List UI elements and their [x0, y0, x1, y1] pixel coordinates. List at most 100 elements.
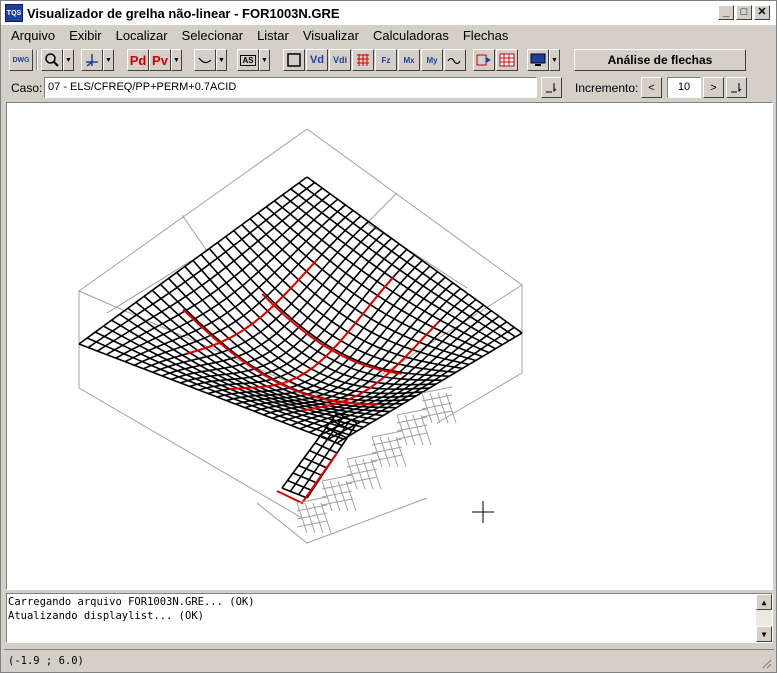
menu-selecionar[interactable]: Selecionar — [175, 28, 250, 43]
main-window: TQS Visualizador de grelha não-linear - … — [0, 0, 777, 673]
table-icon — [499, 53, 515, 67]
mx-button[interactable]: Mx — [398, 49, 420, 71]
menu-arquivo[interactable]: Arquivo — [1, 28, 62, 43]
pd-button[interactable]: Pd — [127, 49, 149, 71]
my-button[interactable]: My — [421, 49, 443, 71]
pv-button[interactable]: Pv — [149, 49, 171, 71]
chevron-right-icon: > — [710, 81, 717, 94]
case-select-button[interactable] — [541, 77, 562, 98]
as-icon: AS — [240, 54, 256, 66]
scroll-up-button[interactable]: ▲ — [756, 594, 772, 610]
pv-label: Pv — [152, 52, 168, 68]
lower-mesh-line — [370, 458, 382, 490]
dwg-button[interactable]: DWG — [9, 49, 33, 71]
lower-mesh-line — [371, 430, 403, 438]
toolbar: DWG ▼ ▼ Pd Pv ▼ ▼ AS ▼ Vd Vdi Fz Mx My ▼… — [1, 47, 776, 73]
pd-label: Pd — [129, 52, 147, 68]
mx-icon: Mx — [403, 55, 415, 65]
lower-mesh-line — [362, 458, 374, 490]
chevron-left-icon: < — [648, 81, 655, 94]
undeformed-outline — [256, 497, 428, 544]
axes-dropdown[interactable]: ▼ — [103, 49, 114, 71]
menu-localizar[interactable]: Localizar — [109, 28, 175, 43]
increment-prev-button[interactable]: < — [641, 77, 662, 98]
grid-view-button[interactable] — [352, 49, 374, 71]
minimize-button[interactable]: _ — [718, 5, 734, 20]
increment-apply-button[interactable] — [726, 77, 747, 98]
deformed-grid-drawing[interactable] — [7, 103, 772, 589]
ramp-line — [281, 487, 308, 499]
menu-flechas[interactable]: Flechas — [456, 28, 516, 43]
analysis-button[interactable]: Análise de flechas — [574, 49, 746, 71]
menu-calculadoras[interactable]: Calculadoras — [366, 28, 456, 43]
status-bar: (-1.9 ; 6.0) — [4, 649, 774, 671]
case-row: Caso: 07 - ELS/CFREQ/PP+PERM+0.7ACID Inc… — [1, 76, 776, 100]
lower-mesh-line — [371, 454, 403, 462]
fz-button[interactable]: Fz — [375, 49, 397, 71]
vd-button[interactable]: Vd — [306, 49, 328, 71]
message-console: Carregando arquivo FOR1003N.GRE... (OK) … — [6, 593, 773, 643]
case-label: Caso: — [11, 81, 43, 95]
curve-button[interactable] — [194, 49, 216, 71]
fz-icon: Fz — [381, 55, 391, 65]
play-table-button[interactable] — [473, 49, 495, 71]
case-field[interactable]: 07 - ELS/CFREQ/PP+PERM+0.7ACID — [44, 77, 537, 98]
wave-button[interactable] — [444, 49, 466, 71]
monitor-button[interactable] — [527, 49, 549, 71]
lower-mesh-line — [321, 498, 353, 506]
my-icon: My — [426, 55, 438, 65]
magnifier-icon — [45, 53, 59, 67]
console-line: Carregando arquivo FOR1003N.GRE... (OK) — [8, 596, 255, 608]
resize-grip-icon[interactable] — [760, 657, 772, 669]
scroll-down-button[interactable]: ▼ — [756, 626, 772, 642]
lower-mesh-line — [312, 502, 324, 534]
lower-mesh-line — [420, 414, 432, 446]
wave-icon — [447, 57, 461, 65]
table-button[interactable] — [496, 49, 518, 71]
lower-mesh-line — [396, 432, 428, 440]
title-bar[interactable]: TQS Visualizador de grelha não-linear - … — [1, 1, 776, 25]
lower-mesh-line — [421, 410, 453, 418]
lower-mesh-line — [321, 474, 353, 482]
increment-label: Incremento: — [575, 81, 639, 95]
frame-button[interactable] — [283, 49, 305, 71]
lower-mesh-line — [396, 408, 428, 416]
console-scrollbar[interactable]: ▲ ▼ — [756, 594, 772, 642]
window-controls: _ □ ✕ — [718, 5, 770, 20]
axes-button[interactable] — [81, 49, 103, 71]
menu-visualizar[interactable]: Visualizar — [296, 28, 366, 43]
zoom-dropdown[interactable]: ▼ — [63, 49, 74, 71]
play-table-icon — [476, 54, 491, 66]
lower-mesh-line — [346, 452, 378, 460]
menu-listar[interactable]: Listar — [250, 28, 296, 43]
lower-mesh-line — [296, 520, 328, 528]
increment-next-button[interactable]: > — [703, 77, 724, 98]
grid-viewport[interactable] — [6, 102, 773, 590]
undeformed-outline — [366, 192, 468, 289]
grid-line — [336, 332, 523, 444]
vdi-button[interactable]: Vdi — [329, 49, 351, 71]
window-title: Visualizador de grelha não-linear - FOR1… — [27, 5, 340, 21]
as-dropdown[interactable]: ▼ — [259, 49, 270, 71]
curve-dropdown[interactable]: ▼ — [216, 49, 227, 71]
undeformed-outline — [106, 214, 208, 314]
monitor-dropdown[interactable]: ▼ — [549, 49, 560, 71]
zoom-button[interactable] — [41, 49, 63, 71]
close-button[interactable]: ✕ — [754, 5, 770, 20]
lower-mesh-line — [445, 392, 457, 424]
toolbar-separator — [36, 50, 38, 70]
grid-icon — [357, 54, 369, 66]
menu-exibir[interactable]: Exibir — [62, 28, 109, 43]
increment-field[interactable]: 10 — [667, 77, 701, 98]
vdi-icon: Vdi — [332, 55, 347, 65]
frame-icon — [287, 53, 301, 67]
app-icon[interactable]: TQS — [5, 4, 23, 22]
cursor-icon — [545, 82, 556, 92]
maximize-button[interactable]: □ — [736, 5, 752, 20]
dwg-icon: DWG — [12, 56, 30, 64]
vd-icon: Vd — [309, 54, 325, 66]
lower-mesh-line — [346, 476, 378, 484]
as-button[interactable]: AS — [237, 49, 259, 71]
load-dropdown[interactable]: ▼ — [171, 49, 182, 71]
cursor-icon — [730, 82, 741, 92]
